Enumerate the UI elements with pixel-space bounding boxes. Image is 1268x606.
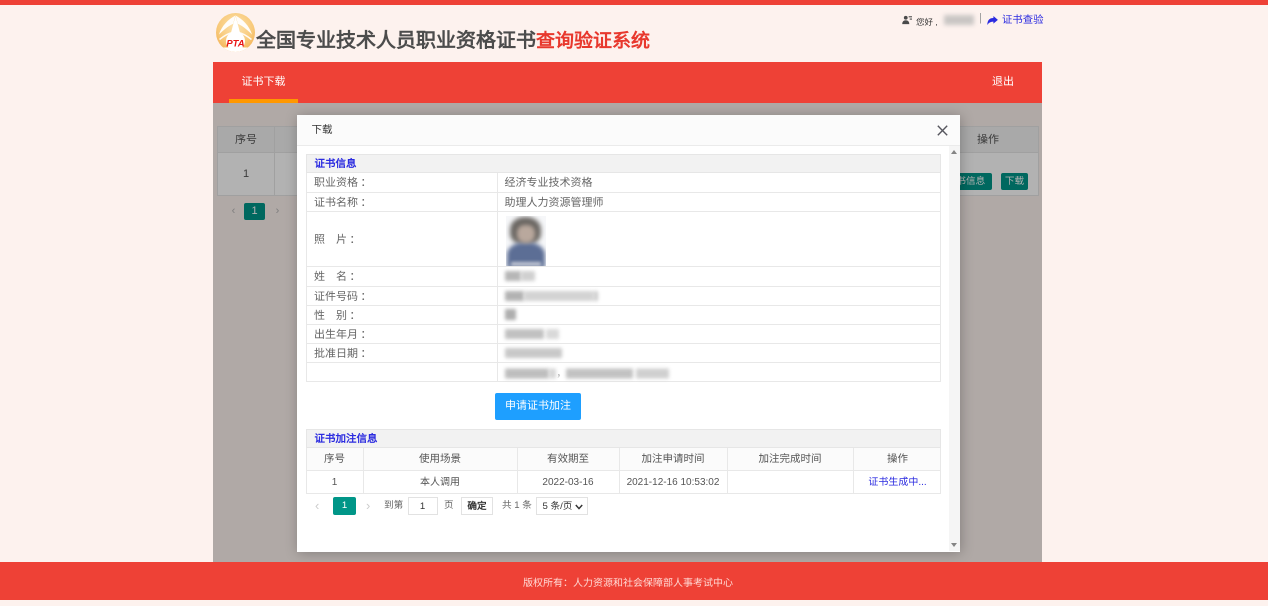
svg-text:PTA: PTA bbox=[226, 39, 244, 50]
